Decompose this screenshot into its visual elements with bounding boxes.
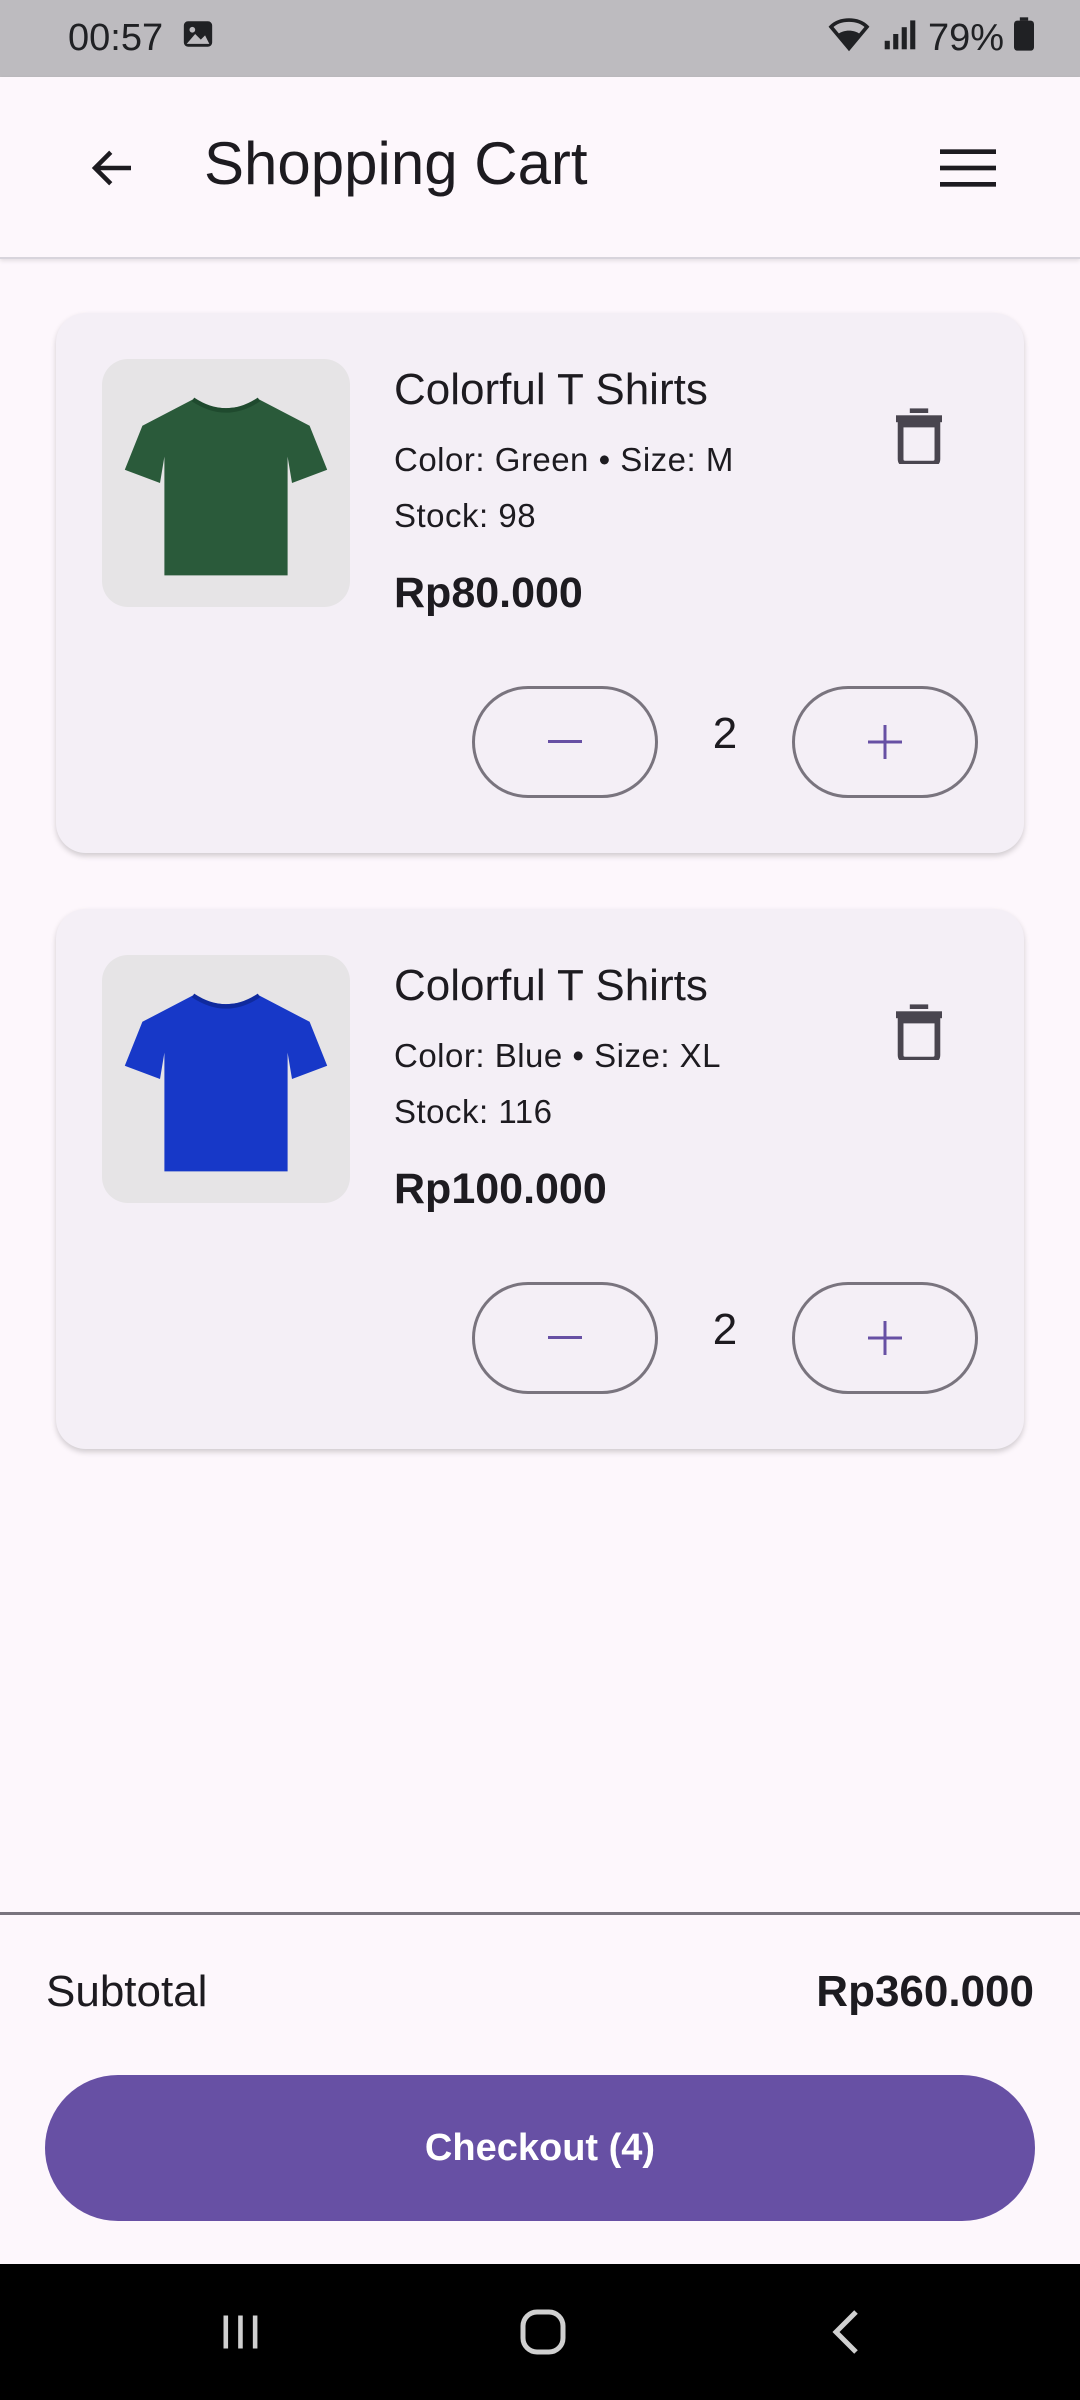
product-stock: Stock: 116 (394, 1093, 553, 1130)
home-icon (520, 2309, 566, 2355)
status-time: 00:57 (68, 17, 164, 59)
delete-item-button[interactable] (874, 987, 964, 1077)
trash-icon (896, 1004, 942, 1060)
cart-item-card: Colorful T Shirts Color: Blue • Size: XL… (56, 909, 1024, 1449)
minus-icon (548, 1336, 582, 1339)
back-button[interactable] (80, 135, 146, 201)
product-price: Rp80.000 (394, 569, 583, 617)
hamburger-menu-icon (940, 149, 996, 187)
increase-quantity-button[interactable] (792, 686, 978, 798)
product-price: Rp100.000 (394, 1165, 607, 1213)
product-image[interactable] (102, 359, 350, 607)
cart-item-card: Colorful T Shirts Color: Green • Size: M… (56, 313, 1024, 853)
menu-button[interactable] (930, 135, 1006, 201)
minus-icon (548, 740, 582, 743)
product-variant: Color: Blue • Size: XL (394, 1037, 722, 1074)
product-variant: Color: Green • Size: M (394, 441, 734, 478)
status-left: 00:57 (68, 17, 215, 61)
checkout-button[interactable]: Checkout (4) (45, 2075, 1035, 2221)
recent-apps-icon (223, 2315, 258, 2349)
page-title: Shopping Cart (204, 130, 588, 197)
plus-icon (868, 1321, 902, 1355)
back-nav-button[interactable] (806, 2302, 886, 2362)
app-bar: Shopping Cart (0, 77, 1080, 259)
signal-icon (882, 17, 918, 61)
tshirt-icon (124, 993, 328, 1172)
gallery-notification-icon (181, 17, 215, 61)
status-right: 79% (826, 16, 1034, 62)
product-name: Colorful T Shirts (394, 365, 708, 414)
arrow-left-icon (91, 150, 131, 186)
subtotal-label: Subtotal (46, 1967, 208, 2016)
battery-icon (1014, 16, 1034, 61)
plus-icon (868, 725, 902, 759)
product-name: Colorful T Shirts (394, 961, 708, 1010)
decrease-quantity-button[interactable] (472, 1282, 658, 1394)
quantity-value: 2 (712, 709, 738, 758)
subtotal-value: Rp360.000 (816, 1967, 1034, 2016)
tshirt-icon (124, 397, 328, 576)
cart-summary: Subtotal Rp360.000 Checkout (4) (0, 1912, 1080, 2264)
decrease-quantity-button[interactable] (472, 686, 658, 798)
trash-icon (896, 408, 942, 464)
system-nav-bar (0, 2264, 1080, 2400)
battery-percent: 79% (927, 17, 1004, 59)
delete-item-button[interactable] (874, 391, 964, 481)
recent-apps-button[interactable] (200, 2302, 280, 2362)
home-button[interactable] (503, 2302, 583, 2362)
increase-quantity-button[interactable] (792, 1282, 978, 1394)
wifi-icon (826, 16, 872, 62)
product-image[interactable] (102, 955, 350, 1203)
quantity-value: 2 (712, 1305, 738, 1354)
chevron-left-icon (832, 2310, 858, 2354)
status-bar: 00:57 79% (0, 0, 1080, 77)
product-stock: Stock: 98 (394, 497, 537, 534)
